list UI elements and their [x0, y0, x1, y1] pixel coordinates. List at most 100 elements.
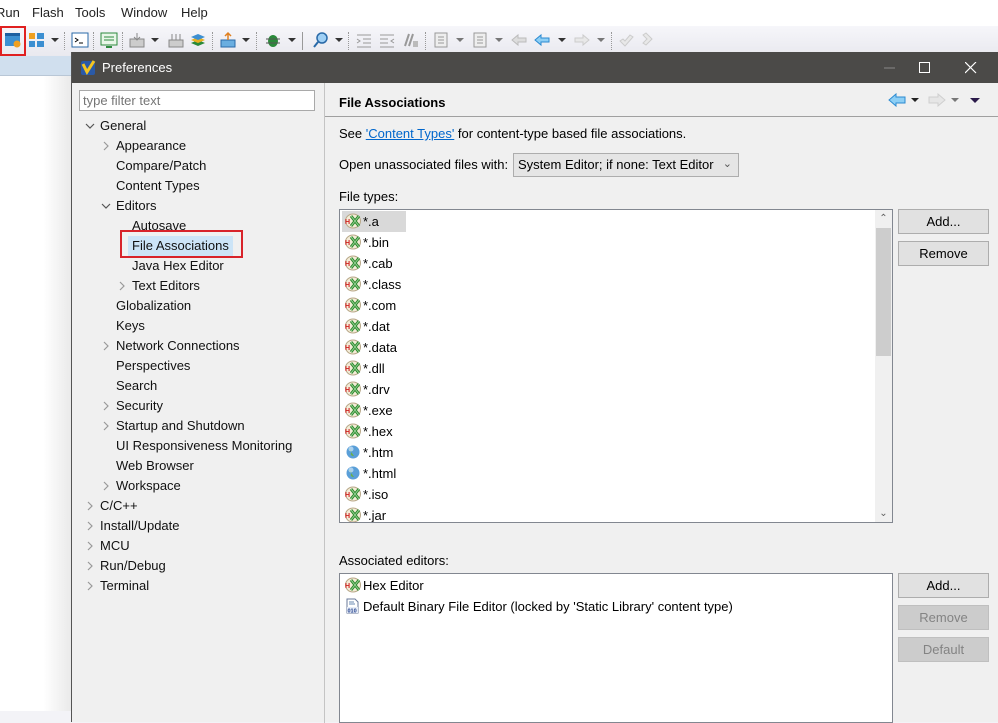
- file-type-row[interactable]: H *.a: [342, 211, 406, 232]
- tree-item[interactable]: Run/Debug: [72, 556, 324, 576]
- editor-default-button[interactable]: Default: [898, 637, 989, 662]
- file-type-row[interactable]: H *.class: [342, 274, 401, 295]
- file-types-list[interactable]: H *.a H *.bin H *.cab H *.class H *.com H *.dat H *.d…: [339, 209, 893, 523]
- workbench-tab[interactable]: [0, 56, 72, 76]
- content-types-link[interactable]: 'Content Types': [366, 126, 455, 141]
- search-icon[interactable]: [312, 31, 330, 49]
- file-type-row[interactable]: *.htm: [342, 442, 393, 463]
- associated-editor-row[interactable]: H Hex Editor: [342, 575, 424, 596]
- back-dropdown[interactable]: [558, 38, 566, 42]
- annotation-icon[interactable]: [432, 31, 450, 49]
- chevron-right-icon[interactable]: [100, 396, 112, 416]
- tree-item[interactable]: Startup and Shutdown: [72, 416, 324, 436]
- debug-dropdown[interactable]: [288, 38, 296, 42]
- menu-flash[interactable]: Flash: [32, 5, 64, 20]
- tree-item[interactable]: Keys: [72, 316, 324, 336]
- associated-editor-row[interactable]: 010 Default Binary File Editor (locked by…: [342, 596, 733, 617]
- back-icon[interactable]: [533, 31, 551, 49]
- tree-item[interactable]: Compare/Patch: [72, 156, 324, 176]
- tree-item[interactable]: Network Connections: [72, 336, 324, 356]
- chevron-right-icon[interactable]: [100, 136, 112, 156]
- export-dropdown[interactable]: [242, 38, 250, 42]
- chevron-right-icon[interactable]: [84, 556, 96, 576]
- tree-item[interactable]: Editors: [72, 196, 324, 216]
- tree-item[interactable]: Security: [72, 396, 324, 416]
- scroll-up-icon[interactable]: ⌃: [875, 210, 892, 227]
- forward-icon[interactable]: [573, 31, 591, 49]
- file-type-row[interactable]: H *.dat: [342, 316, 390, 337]
- maximize-button[interactable]: [902, 52, 948, 83]
- file-type-row[interactable]: H *.bin: [342, 232, 389, 253]
- filter-input[interactable]: [79, 90, 315, 111]
- close-button[interactable]: [948, 52, 994, 83]
- download-dropdown[interactable]: [151, 38, 159, 42]
- file-type-add-button[interactable]: Add...: [898, 209, 989, 234]
- chevron-right-icon[interactable]: [100, 336, 112, 356]
- tree-item[interactable]: Install/Update: [72, 516, 324, 536]
- chevron-right-icon[interactable]: [116, 276, 128, 296]
- back-icon[interactable]: [888, 93, 906, 107]
- file-type-row[interactable]: H *.hex: [342, 421, 393, 442]
- forward-dropdown[interactable]: [951, 98, 959, 102]
- tree-item[interactable]: UI Responsiveness Monitoring: [72, 436, 324, 456]
- back-dropdown[interactable]: [911, 98, 919, 102]
- file-type-row[interactable]: H *.jar: [342, 505, 386, 522]
- tree-item[interactable]: Text Editors: [72, 276, 324, 296]
- file-type-row[interactable]: *.html: [342, 463, 396, 484]
- file-type-row[interactable]: H *.dll: [342, 358, 385, 379]
- menu-tools[interactable]: Tools: [75, 5, 105, 20]
- tree-item[interactable]: Workspace: [72, 476, 324, 496]
- menu-window[interactable]: Window: [121, 5, 167, 20]
- file-type-row[interactable]: H *.iso: [342, 484, 388, 505]
- file-type-row[interactable]: H *.exe: [342, 400, 393, 421]
- outline-dropdown[interactable]: [495, 38, 503, 42]
- undo-icon[interactable]: [617, 31, 635, 49]
- dialog-titlebar[interactable]: Preferences: [72, 52, 998, 83]
- chevron-right-icon[interactable]: [84, 536, 96, 556]
- tree-item[interactable]: Web Browser: [72, 456, 324, 476]
- editor-add-button[interactable]: Add...: [898, 573, 989, 598]
- tree-item[interactable]: Content Types: [72, 176, 324, 196]
- annotation-dropdown[interactable]: [456, 38, 464, 42]
- file-type-row[interactable]: H *.data: [342, 337, 397, 358]
- chevron-right-icon[interactable]: [100, 476, 112, 496]
- view-menu-icon[interactable]: [970, 98, 980, 103]
- scroll-thumb[interactable]: [876, 228, 891, 356]
- flash-download-icon[interactable]: [167, 31, 185, 49]
- tree-item[interactable]: Terminal: [72, 576, 324, 596]
- menu-run[interactable]: Run: [0, 5, 20, 20]
- tree-item[interactable]: Globalization: [72, 296, 324, 316]
- open-unassociated-select[interactable]: System Editor; if none: Text Editor ⌄: [513, 153, 739, 177]
- comment-icon[interactable]: [401, 31, 419, 49]
- file-type-row[interactable]: H *.cab: [342, 253, 393, 274]
- preferences-icon[interactable]: [4, 31, 22, 49]
- tree-item[interactable]: C/C++: [72, 496, 324, 516]
- console-icon[interactable]: [100, 31, 118, 49]
- scroll-down-icon[interactable]: ⌄: [875, 505, 892, 522]
- forward-dropdown[interactable]: [597, 38, 605, 42]
- tree-item[interactable]: Java Hex Editor: [72, 256, 324, 276]
- redo-icon[interactable]: [640, 31, 658, 49]
- chevron-right-icon[interactable]: [100, 416, 112, 436]
- associated-editors-list[interactable]: H Hex Editor 010 Default Binary File Editor…: [339, 573, 893, 723]
- chevron-down-icon[interactable]: [84, 116, 96, 136]
- editor-remove-button[interactable]: Remove: [898, 605, 989, 630]
- search-dropdown[interactable]: [335, 38, 343, 42]
- file-type-remove-button[interactable]: Remove: [898, 241, 989, 266]
- tree-item[interactable]: Perspectives: [72, 356, 324, 376]
- perspective-dropdown[interactable]: [51, 38, 59, 42]
- indent-icon[interactable]: [355, 31, 373, 49]
- file-type-row[interactable]: H *.drv: [342, 379, 390, 400]
- back-history-icon[interactable]: [510, 31, 528, 49]
- tree-item[interactable]: Search: [72, 376, 324, 396]
- menu-help[interactable]: Help: [181, 5, 208, 20]
- download-icon[interactable]: [128, 31, 146, 49]
- outdent-icon[interactable]: [378, 31, 396, 49]
- chevron-right-icon[interactable]: [84, 496, 96, 516]
- chevron-right-icon[interactable]: [84, 576, 96, 596]
- debug-bug-icon[interactable]: [264, 31, 282, 49]
- layers-icon[interactable]: [189, 31, 207, 49]
- perspective-icon[interactable]: [28, 31, 46, 49]
- file-type-row[interactable]: H *.com: [342, 295, 396, 316]
- export-icon[interactable]: [219, 31, 237, 49]
